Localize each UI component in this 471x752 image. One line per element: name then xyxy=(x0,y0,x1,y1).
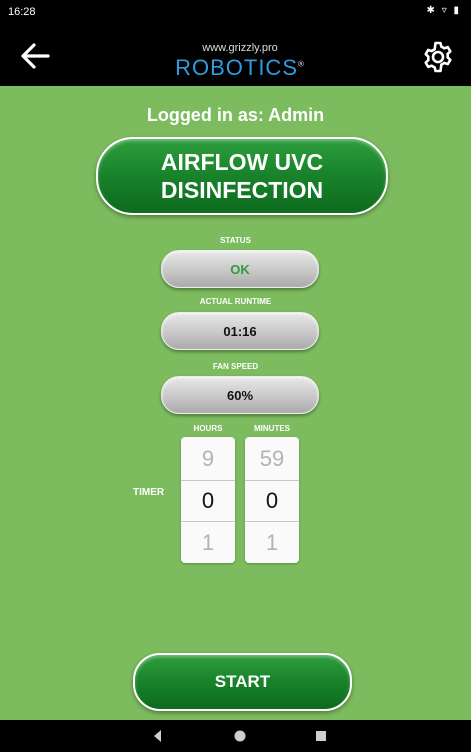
robotics-logo: www.grizzly.pro ROBOTICS® xyxy=(165,42,315,82)
system-nav-bar xyxy=(0,720,471,752)
nav-back-button[interactable] xyxy=(150,728,166,744)
status-value: OK xyxy=(161,250,319,288)
minutes-prev[interactable]: 59 xyxy=(245,439,299,479)
hours-prev[interactable]: 9 xyxy=(181,439,235,479)
minutes-current[interactable]: 0 xyxy=(245,481,299,521)
gear-icon xyxy=(424,41,452,73)
title-line-1: AIRFLOW UVC xyxy=(160,149,324,175)
logo-mark: ® xyxy=(298,59,305,69)
app-bar: www.grizzly.pro ROBOTICS® xyxy=(0,26,471,86)
settings-button[interactable] xyxy=(421,40,455,74)
arrow-left-icon xyxy=(21,43,50,69)
nav-recents-button[interactable] xyxy=(313,728,329,744)
nav-home-button[interactable] xyxy=(232,728,248,744)
hours-picker[interactable]: 9 0 1 xyxy=(181,437,235,563)
minutes-next[interactable]: 1 xyxy=(245,523,299,563)
nav-back-icon xyxy=(154,730,161,742)
runtime-value: 01:16 xyxy=(161,312,319,350)
logo-brand-text: ROBOTICS xyxy=(175,55,298,80)
status-time: 16:28 xyxy=(8,6,36,18)
title-banner: AIRFLOW UVC DISINFECTION xyxy=(96,137,388,215)
hours-current[interactable]: 0 xyxy=(181,481,235,521)
logo-url: www.grizzly.pro xyxy=(202,42,278,54)
timer-label: TIMER xyxy=(133,487,165,498)
fan-speed-caption: FAN SPEED xyxy=(212,362,259,371)
status-icons: ✱ ▿ ▮ xyxy=(426,5,461,16)
picker-divider xyxy=(245,521,299,522)
runtime-caption: ACTUAL RUNTIME xyxy=(199,297,272,306)
status-bar: 16:28 ✱ ▿ ▮ xyxy=(0,0,471,26)
picker-divider xyxy=(181,521,235,522)
minutes-label: MINUTES xyxy=(254,424,290,433)
logo-brand: ROBOTICS® xyxy=(165,55,315,81)
back-button[interactable] xyxy=(18,40,54,72)
nav-recents-icon xyxy=(316,731,326,741)
title-line-2: DISINFECTION xyxy=(160,177,324,203)
logged-in-label: Logged in as: Admin xyxy=(146,105,325,125)
hours-label: HOURS xyxy=(193,424,223,433)
hours-next[interactable]: 1 xyxy=(181,523,235,563)
fan-speed-value: 60% xyxy=(161,376,319,414)
nav-home-icon xyxy=(234,730,246,742)
minutes-picker[interactable]: 59 0 1 xyxy=(245,437,299,563)
status-caption: STATUS xyxy=(220,236,251,245)
start-button[interactable]: START xyxy=(133,653,352,711)
